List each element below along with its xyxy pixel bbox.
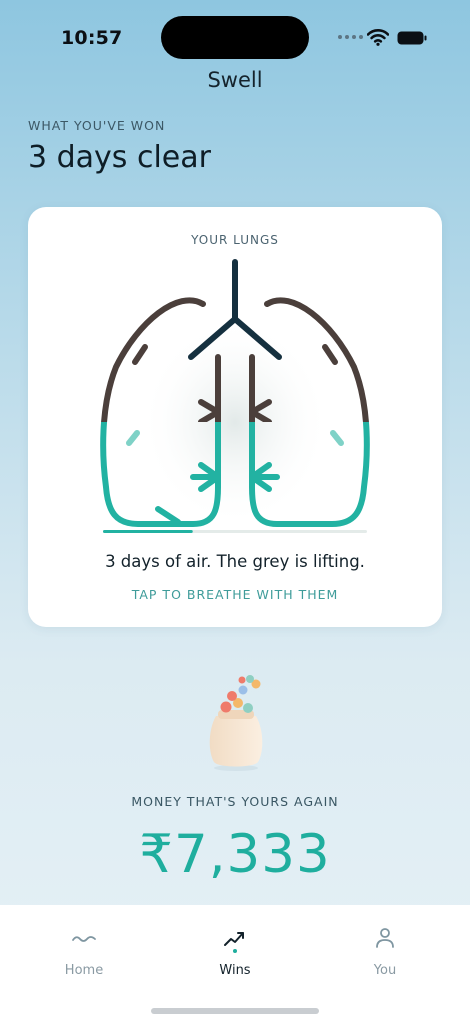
days-clear-headline: 3 days clear: [28, 140, 211, 175]
lungs-card[interactable]: YOUR LUNGS 3 days of air. The grey is li…: [28, 207, 442, 627]
person-icon: [376, 928, 394, 948]
status-time: 10:57: [61, 27, 123, 49]
tab-bar: Home Wins You: [0, 905, 470, 1024]
money-label: MONEY THAT'S YOURS AGAIN: [131, 794, 339, 809]
tab-you[interactable]: You: [325, 905, 445, 995]
tab-you-label: You: [373, 963, 397, 978]
wave-icon: [72, 936, 96, 942]
tab-wins[interactable]: Wins: [175, 905, 295, 995]
tab-wins-label: Wins: [219, 963, 251, 978]
battery-icon: [397, 31, 427, 45]
lungs-illustration: [100, 259, 370, 533]
tab-home-label: Home: [64, 963, 104, 978]
breathe-action[interactable]: TAP TO BREATHE WITH THEM: [28, 587, 442, 602]
dynamic-island: [161, 16, 309, 59]
lungs-caption: 3 days of air. The grey is lifting.: [105, 552, 365, 571]
lung-glow: [140, 307, 330, 517]
status-bar: 10:57: [0, 0, 470, 70]
wins-eyebrow: WHAT YOU'VE WON: [28, 118, 166, 133]
signal-dots-icon: [338, 35, 363, 39]
trend-up-icon: [224, 932, 244, 953]
home-indicator: [151, 1008, 319, 1014]
app-title: Swell: [207, 68, 263, 92]
money-saved-value: ₹7,333: [139, 824, 331, 885]
tab-home[interactable]: Home: [24, 905, 144, 995]
lungs-card-label: YOUR LUNGS: [191, 233, 279, 247]
coin-jar-icon: [209, 675, 263, 771]
wifi-icon: [367, 29, 389, 46]
recovery-fill: [103, 530, 193, 533]
